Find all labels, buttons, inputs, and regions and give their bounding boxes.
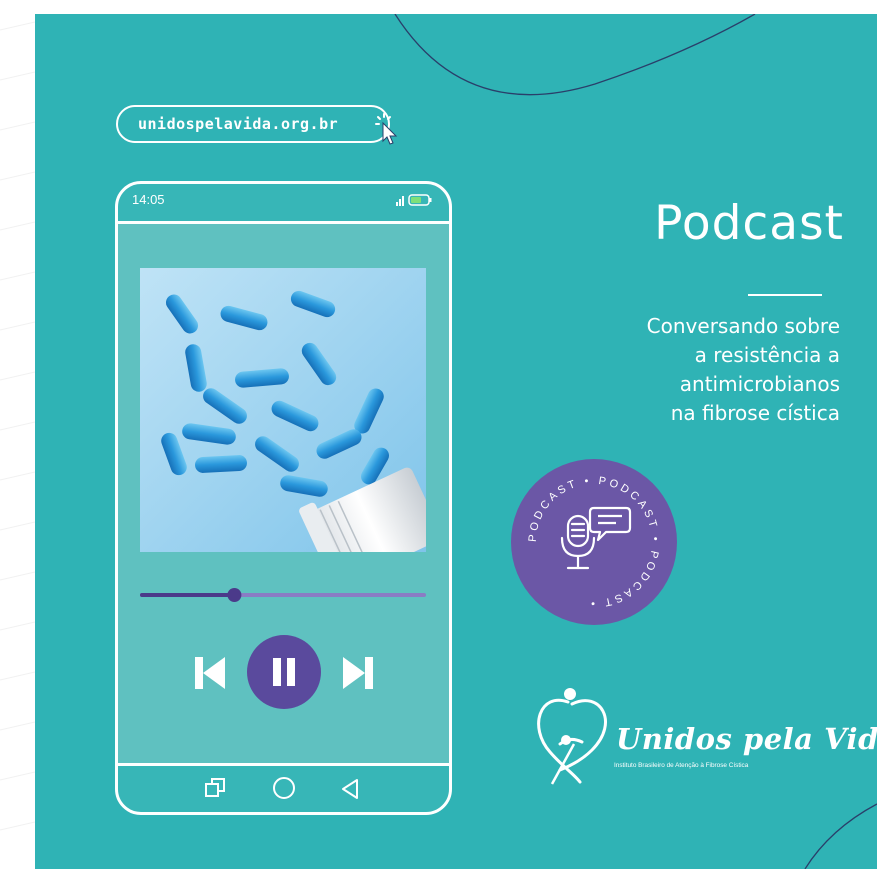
previous-icon: [195, 657, 203, 689]
battery-icon: [408, 194, 432, 206]
home-icon: [273, 777, 295, 799]
cursor-click-icon: [375, 113, 398, 145]
home-button[interactable]: [271, 775, 297, 801]
album-art: [140, 268, 426, 552]
subtitle-line: antimicrobianos: [679, 372, 840, 396]
recent-apps-icon: [205, 783, 219, 797]
brand-tagline: Instituto Brasileiro de Atenção à Fibros…: [614, 762, 749, 769]
status-divider: [118, 221, 449, 224]
status-icons: [396, 194, 432, 206]
recent-apps-button[interactable]: [204, 776, 228, 800]
website-url: unidospelavida.org.br: [138, 115, 339, 133]
signal-icon: [396, 196, 404, 206]
pause-button[interactable]: [247, 635, 321, 709]
progress-handle[interactable]: [227, 588, 242, 602]
progress-bar[interactable]: [140, 588, 426, 602]
status-time: 14:05: [132, 192, 165, 207]
back-button[interactable]: [339, 777, 361, 801]
podcast-badge: PODCAST • PODCAST • PODCAST •: [511, 459, 677, 625]
pause-icon: [273, 658, 281, 686]
capsules-image: [140, 268, 426, 552]
website-url-pill[interactable]: unidospelavida.org.br: [116, 105, 390, 143]
next-button[interactable]: [341, 655, 375, 691]
nav-divider: [118, 763, 449, 766]
previous-button[interactable]: [193, 655, 227, 691]
subtitle-line: Conversando sobre: [646, 314, 840, 338]
episode-subtitle: Conversando sobre a resistência a antimi…: [520, 312, 840, 428]
next-icon: [343, 657, 365, 689]
episode-title: Podcast: [654, 196, 844, 251]
subtitle-line: na fibrose cística: [670, 401, 840, 425]
back-icon: [342, 779, 358, 799]
brand-name: Unidos pela Vida: [616, 722, 877, 756]
title-divider: [748, 294, 822, 296]
left-margin: [0, 0, 35, 869]
page: unidospelavida.org.br 14:05 Podcast Conv…: [0, 0, 877, 869]
subtitle-line: a resistência a: [694, 343, 840, 367]
